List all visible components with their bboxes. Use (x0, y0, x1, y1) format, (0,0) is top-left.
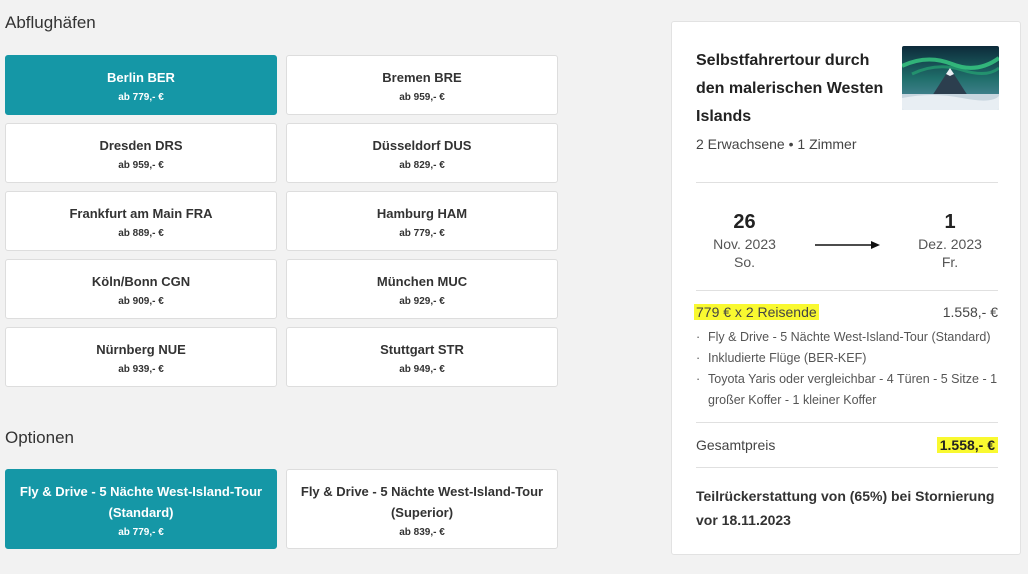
airport-grid: Berlin BER ab 779,- € Bremen BRE ab 959,- €… (5, 55, 558, 387)
total-price-value: 1.558,- € (936, 437, 998, 453)
tour-title: Selbstfahrertour durch den malerischen W… (696, 52, 884, 125)
airport-option[interactable]: Nürnberg NUE ab 939,- € (5, 327, 277, 387)
arrow-right-icon (815, 241, 880, 249)
airport-option[interactable]: Dresden DRS ab 959,- € (5, 123, 277, 183)
divider (696, 467, 998, 468)
airport-option-price: ab 829,- € (399, 160, 445, 171)
airport-option[interactable]: Hamburg HAM ab 779,- € (286, 191, 558, 251)
airport-option-name: Bremen BRE (382, 70, 462, 85)
airport-option-price: ab 929,- € (399, 296, 445, 307)
departure-day: 26 (733, 211, 756, 233)
airport-option-price: ab 909,- € (118, 296, 164, 307)
return-date: 1 Dez. 2023 Fr. (905, 209, 995, 271)
tour-option-name: Fly & Drive - 5 Nächte West-Island-Tour … (300, 483, 544, 520)
options-section-title: Optionen (5, 428, 74, 447)
airport-option[interactable]: Düsseldorf DUS ab 829,- € (286, 123, 558, 183)
airport-option-price: ab 779,- € (118, 92, 164, 103)
airport-option-name: Berlin BER (107, 70, 175, 85)
price-calculation: 779 € x 2 Reisende (694, 304, 819, 320)
booking-details-list: Fly & Drive - 5 Nächte West-Island-Tour … (696, 327, 998, 411)
airports-section-title: Abflughäfen (5, 13, 96, 32)
airport-option-name: Nürnberg NUE (96, 342, 186, 357)
airport-option-name: Stuttgart STR (380, 342, 464, 357)
airport-option[interactable]: Berlin BER ab 779,- € (5, 55, 277, 115)
divider (696, 182, 998, 183)
airport-option-name: Köln/Bonn CGN (91, 274, 191, 289)
return-month: Dez. 2023 (918, 236, 982, 252)
tour-option-price: ab 779,- € (118, 526, 164, 538)
tour-option[interactable]: Fly & Drive - 5 Nächte West-Island-Tour … (286, 469, 558, 549)
divider (696, 290, 998, 291)
airport-option[interactable]: Frankfurt am Main FRA ab 889,- € (5, 191, 277, 251)
airport-option[interactable]: Bremen BRE ab 959,- € (286, 55, 558, 115)
total-price-label: Gesamtpreis (696, 437, 776, 453)
options-grid: Fly & Drive - 5 Nächte West-Island-Tour … (5, 469, 558, 549)
divider (696, 422, 998, 423)
price-calculation-row: 779 € x 2 Reisende 1.558,- € (694, 304, 998, 320)
airport-option[interactable]: München MUC ab 929,- € (286, 259, 558, 319)
return-day: 1 (944, 211, 956, 233)
airport-option[interactable]: Köln/Bonn CGN ab 909,- € (5, 259, 277, 319)
airport-option-name: Hamburg HAM (376, 206, 468, 221)
airport-option-price: ab 779,- € (399, 228, 445, 239)
tour-option-price: ab 839,- € (399, 526, 445, 538)
tour-thumbnail-image (902, 46, 999, 110)
airport-option-name: München MUC (376, 274, 468, 289)
price-subtotal: 1.558,- € (942, 304, 998, 320)
tour-option-name: Fly & Drive - 5 Nächte West-Island-Tour … (19, 483, 263, 520)
airport-option-price: ab 889,- € (118, 228, 164, 239)
airport-option-price: ab 939,- € (118, 364, 164, 375)
airport-option-price: ab 959,- € (118, 160, 164, 171)
booking-summary-panel: Selbstfahrertour durch den malerischen W… (671, 21, 1021, 555)
booking-detail-item: Fly & Drive - 5 Nächte West-Island-Tour … (696, 327, 998, 348)
departure-weekday: So. (733, 254, 755, 270)
return-weekday: Fr. (941, 254, 959, 270)
tour-option[interactable]: Fly & Drive - 5 Nächte West-Island-Tour … (5, 469, 277, 549)
departure-month: Nov. 2023 (713, 236, 776, 252)
airport-option-name: Frankfurt am Main FRA (69, 206, 213, 221)
booking-detail-item: Toyota Yaris oder vergleichbar - 4 Türen… (696, 369, 998, 411)
airport-option-price: ab 949,- € (399, 364, 445, 375)
guests-summary: 2 Erwachsene • 1 Zimmer (696, 136, 857, 152)
refund-policy: Teilrückerstattung von (65%) bei Stornie… (696, 488, 995, 528)
airport-option[interactable]: Stuttgart STR ab 949,- € (286, 327, 558, 387)
airport-option-name: Düsseldorf DUS (372, 138, 472, 153)
airport-option-name: Dresden DRS (99, 138, 183, 153)
booking-detail-item: Inkludierte Flüge (BER-KEF) (696, 348, 998, 369)
departure-date: 26 Nov. 2023 So. (702, 209, 787, 271)
airport-option-price: ab 959,- € (399, 92, 445, 103)
